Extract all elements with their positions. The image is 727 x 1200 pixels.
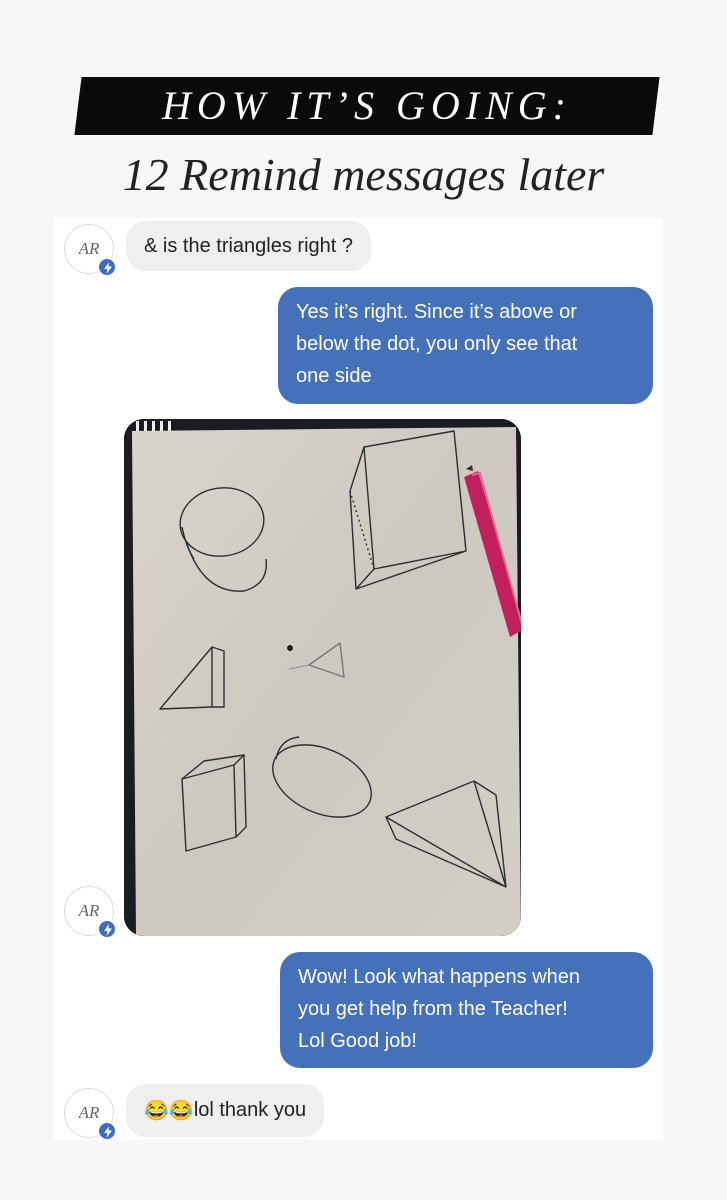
message-text: lol thank you — [193, 1099, 307, 1121]
avatar-initials: AR — [78, 901, 100, 920]
message-line: Yes it’s right. Since it’s above or — [296, 301, 577, 323]
message-image[interactable] — [124, 419, 521, 936]
avatar-initials: AR — [78, 239, 100, 258]
message-text: & is the triangles right ? — [144, 234, 353, 257]
avatar[interactable]: AR — [64, 886, 117, 939]
laughing-emoji-icon: 😂😂 — [144, 1100, 194, 1122]
lightning-bolt-icon — [97, 919, 117, 939]
lightning-bolt-icon — [97, 257, 117, 277]
drawing-photo — [124, 419, 521, 936]
message-bubble-outgoing: Wow! Look what happens when you get help… — [280, 952, 653, 1068]
message-line: one side — [296, 365, 372, 387]
lightning-bolt-icon — [97, 1121, 117, 1141]
message-bubble-incoming: 😂😂 lol thank you — [126, 1084, 325, 1137]
message-line: Wow! Look what happens when — [298, 966, 581, 988]
page-title: HOW IT’S GOING: — [162, 83, 572, 128]
paper-sheet — [132, 427, 521, 936]
vanishing-dot — [287, 645, 293, 651]
avatar-initials: AR — [78, 1103, 100, 1122]
message-bubble-outgoing: Yes it’s right. Since it’s above or belo… — [278, 287, 653, 404]
avatar[interactable]: AR — [64, 224, 117, 277]
message-line: you get help from the Teacher! — [298, 998, 568, 1020]
avatar[interactable]: AR — [64, 1088, 117, 1141]
message-line: Lol Good job! — [298, 1030, 417, 1052]
message-bubble-incoming: & is the triangles right ? — [126, 221, 371, 271]
page-subtitle: 12 Remind messages later — [122, 149, 605, 200]
message-line: below the dot, you only see that — [296, 333, 578, 355]
